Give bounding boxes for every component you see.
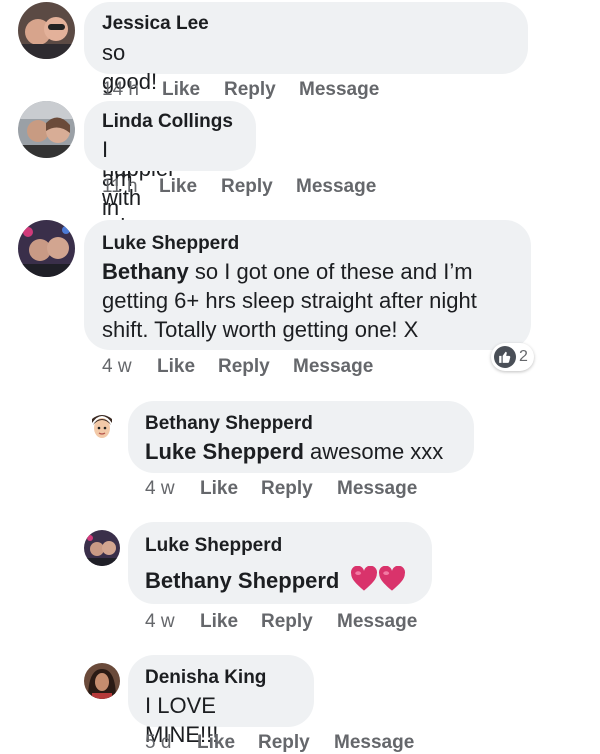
like-link[interactable]: Like	[200, 478, 238, 500]
like-link[interactable]: Like	[200, 611, 238, 633]
reaction-count: 2	[519, 348, 528, 365]
comment-timestamp: 4 w	[145, 478, 175, 499]
like-link[interactable]: Like	[197, 732, 235, 754]
mention-link[interactable]: Bethany	[102, 259, 189, 284]
reply-link[interactable]: Reply	[218, 356, 270, 378]
thumbs-up-icon	[494, 346, 516, 368]
avatar[interactable]	[84, 530, 120, 566]
comment-author[interactable]: Bethany Shepperd	[145, 413, 313, 435]
comment-text: Bethany so I got one of these and I’m ge…	[102, 259, 477, 342]
message-link[interactable]: Message	[296, 176, 376, 198]
comment-text: Bethany Shepperd	[145, 566, 406, 595]
message-link[interactable]: Message	[334, 732, 414, 754]
reaction-summary[interactable]: 2	[491, 343, 534, 371]
reply-link[interactable]: Reply	[261, 611, 313, 633]
reply-link[interactable]: Reply	[221, 176, 273, 198]
avatar[interactable]	[84, 663, 120, 699]
two-hearts-icon	[350, 566, 406, 593]
mention-link[interactable]: Luke Shepperd	[145, 439, 304, 464]
like-link[interactable]: Like	[159, 176, 197, 198]
comment-timestamp: 5 d	[145, 732, 172, 753]
message-link[interactable]: Message	[293, 356, 373, 378]
reply-link[interactable]: Reply	[258, 732, 310, 754]
avatar[interactable]	[18, 2, 75, 59]
like-link[interactable]: Like	[157, 356, 195, 378]
comment-timestamp: 14 h	[102, 79, 139, 100]
comment-text: Luke Shepperd awesome xxx	[145, 439, 444, 464]
comment-author[interactable]: Jessica Lee	[102, 13, 209, 35]
comment-author[interactable]: Luke Shepperd	[102, 233, 239, 255]
mention-link[interactable]: Bethany Shepperd	[145, 568, 339, 593]
avatar[interactable]	[84, 409, 120, 445]
comment-timestamp: 4 w	[145, 611, 175, 632]
reply-link[interactable]: Reply	[261, 478, 313, 500]
message-link[interactable]: Message	[337, 611, 417, 633]
comment-author[interactable]: Luke Shepperd	[145, 535, 282, 557]
reply-link[interactable]: Reply	[224, 79, 276, 101]
comment-author[interactable]: Denisha King	[145, 667, 266, 689]
like-link[interactable]: Like	[162, 79, 200, 101]
message-link[interactable]: Message	[337, 478, 417, 500]
avatar[interactable]	[18, 220, 75, 277]
comment-timestamp: 4 w	[102, 356, 132, 377]
comment-author[interactable]: Linda Collings	[102, 111, 233, 133]
avatar[interactable]	[18, 101, 75, 158]
message-link[interactable]: Message	[299, 79, 379, 101]
comment-timestamp: 11 h	[102, 176, 138, 197]
